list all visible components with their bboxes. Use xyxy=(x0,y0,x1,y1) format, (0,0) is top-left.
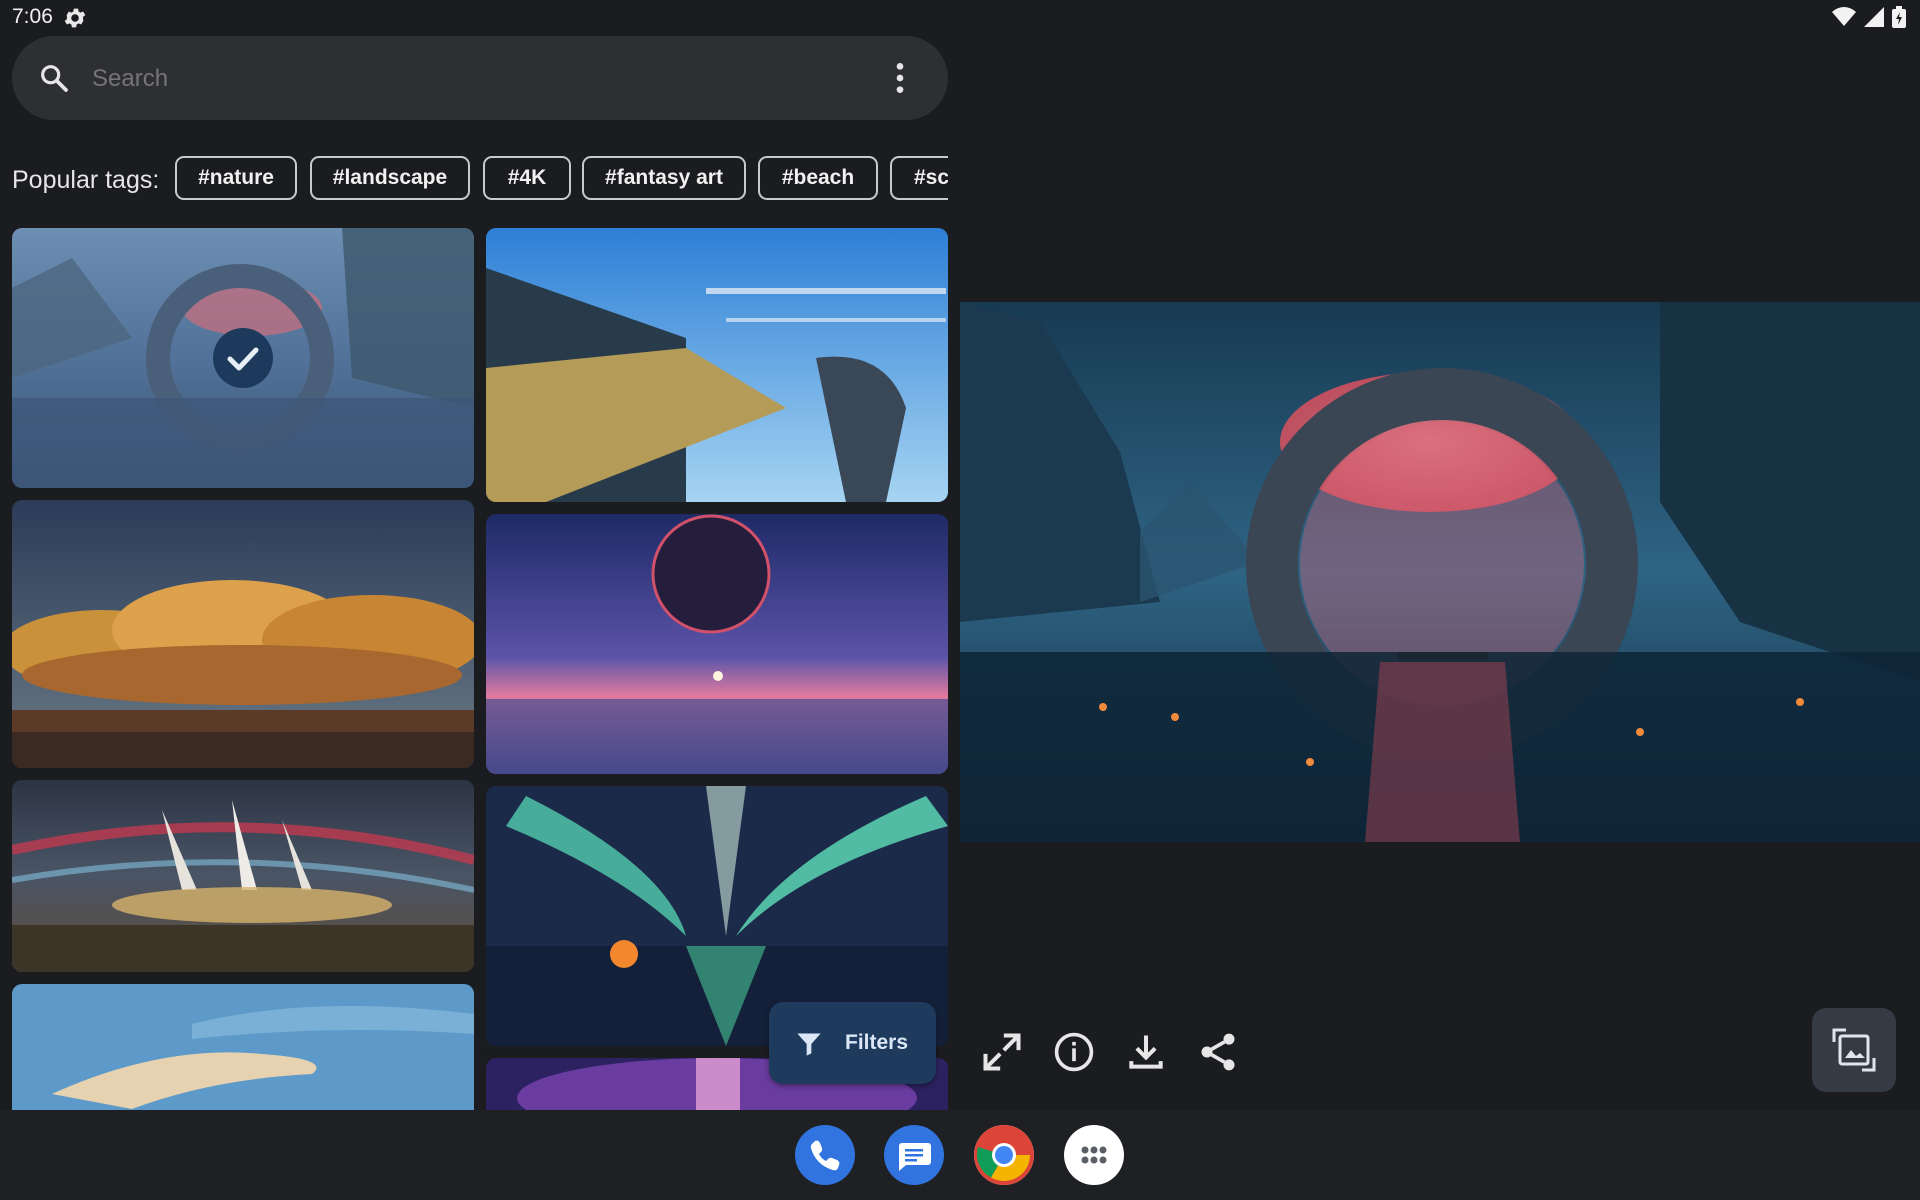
tag-chip[interactable]: #nature xyxy=(175,156,297,200)
download-icon[interactable] xyxy=(1124,1028,1168,1076)
phone-app-icon[interactable] xyxy=(795,1125,855,1185)
tag-chip[interactable]: #sc xyxy=(890,156,948,200)
rocket-launch-image xyxy=(12,780,474,972)
selected-check-badge xyxy=(213,328,273,388)
wallpaper-thumbnail-purple-planet-sunset[interactable] xyxy=(486,514,948,774)
filters-label: Filters xyxy=(845,1031,909,1054)
search-input[interactable] xyxy=(90,36,854,122)
messages-app-icon[interactable] xyxy=(884,1125,944,1185)
phone-icon xyxy=(810,1140,840,1171)
crop-image-button[interactable] xyxy=(1812,1008,1896,1092)
search-bar[interactable] xyxy=(12,36,948,122)
wallpaper-thumbnail-rocket-launch-field[interactable] xyxy=(12,780,474,972)
tag-chip[interactable]: #fantasy art xyxy=(582,156,746,200)
wallpaper-grid[interactable] xyxy=(12,228,948,1110)
wallpaper-thumbnail-portal-ring-lake[interactable] xyxy=(12,228,474,488)
wallpaper-preview[interactable] xyxy=(960,302,1920,842)
status-time: 7:06 xyxy=(12,5,53,28)
popular-tags-row: Popular tags: #nature #landscape #4K #fa… xyxy=(12,156,948,206)
wallpaper-thumbnail-sky-station-train[interactable] xyxy=(486,228,948,502)
portal-ring-lake-preview-image xyxy=(960,302,1920,842)
search-icon xyxy=(41,65,68,92)
popular-tags-label: Popular tags: xyxy=(12,166,160,194)
golden-clouds-image xyxy=(12,500,474,768)
blue-sky-image xyxy=(12,984,474,1110)
wallpaper-thumbnail-golden-clouds-village[interactable] xyxy=(12,500,474,768)
signal-icon xyxy=(1864,7,1884,27)
share-icon[interactable] xyxy=(1196,1028,1240,1076)
chrome-app-icon[interactable] xyxy=(974,1125,1034,1185)
status-bar: 7:06 xyxy=(0,0,1920,34)
filters-button[interactable]: Filters xyxy=(769,1002,936,1084)
tag-chip[interactable]: #landscape xyxy=(310,156,470,200)
fullscreen-icon[interactable] xyxy=(980,1028,1024,1076)
taskbar xyxy=(0,1110,1920,1200)
app-grid-icon xyxy=(1081,1146,1107,1164)
sky-station-image xyxy=(486,228,948,502)
messages-icon xyxy=(899,1143,931,1171)
wallpaper-thumbnail-blue-sky-clouds[interactable] xyxy=(12,984,474,1110)
settings-gear-icon xyxy=(64,8,86,28)
filter-icon xyxy=(797,1033,821,1056)
check-icon xyxy=(227,347,259,371)
chrome-icon xyxy=(974,1125,1034,1185)
purple-planet-image xyxy=(486,514,948,774)
more-options-icon[interactable] xyxy=(880,58,920,98)
crop-image-icon xyxy=(1832,1028,1876,1072)
app-drawer-icon[interactable] xyxy=(1064,1125,1124,1185)
tag-chip[interactable]: #beach xyxy=(758,156,878,200)
battery-icon xyxy=(1892,6,1906,28)
tag-chip[interactable]: #4K xyxy=(483,156,571,200)
wifi-icon xyxy=(1832,7,1856,27)
info-icon[interactable] xyxy=(1052,1028,1096,1076)
status-icons xyxy=(1832,6,1906,28)
